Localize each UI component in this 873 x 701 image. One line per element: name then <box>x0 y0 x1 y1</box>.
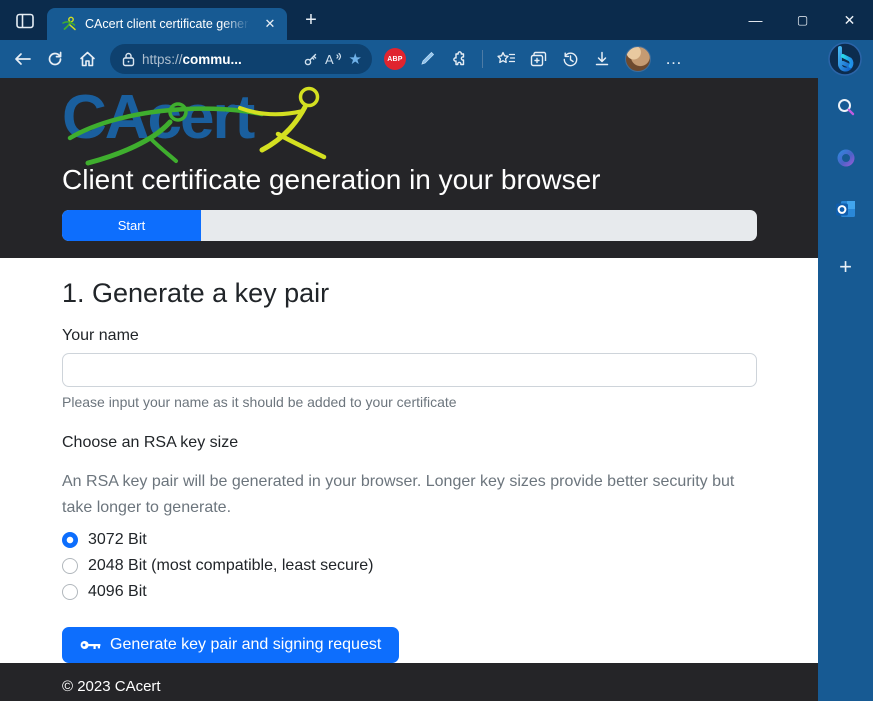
cacert-logo: CAcert <box>62 86 362 152</box>
browser-tab[interactable]: CAcert client certificate generation ✕ <box>47 8 287 40</box>
back-arrow-icon <box>14 52 32 66</box>
favorites-button[interactable] <box>491 44 521 74</box>
cacert-favicon-icon <box>61 16 77 32</box>
tab-title: CAcert client certificate generation <box>85 17 253 31</box>
key-button-icon <box>80 639 101 651</box>
page-body: 1. Generate a key pair Your name Please … <box>0 258 818 663</box>
downloads-button[interactable] <box>587 44 617 74</box>
keysize-label: Choose an RSA key size <box>62 434 757 452</box>
radio-3072-label: 3072 Bit <box>88 531 147 549</box>
back-button[interactable] <box>8 44 38 74</box>
radio-4096-input[interactable] <box>62 584 78 600</box>
read-aloud-icon[interactable]: A <box>325 52 342 66</box>
profile-avatar[interactable] <box>625 46 651 72</box>
url-host: commu... <box>183 52 242 67</box>
lock-icon <box>122 52 135 67</box>
new-tab-button[interactable]: + <box>299 9 323 33</box>
url-text: https://commu... <box>142 52 296 67</box>
maximize-button[interactable]: ▢ <box>779 0 826 40</box>
name-input[interactable] <box>62 353 757 387</box>
radio-option-3072[interactable]: 3072 Bit <box>62 527 757 553</box>
bing-discover-button[interactable] <box>828 42 862 76</box>
collections-icon <box>530 51 547 67</box>
browser-content-row: CAcert Client certificate generation in … <box>0 78 873 701</box>
cacert-logo-figures-icon <box>62 86 362 166</box>
wizard-progress-bar: Start <box>62 210 757 241</box>
radio-option-2048[interactable]: 2048 Bit (most compatible, least secure) <box>62 553 757 579</box>
radio-4096-label: 4096 Bit <box>88 583 147 601</box>
browser-toolbar: https://commu... A ★ ABP <box>0 40 873 78</box>
radio-option-4096[interactable]: 4096 Bit <box>62 579 757 605</box>
name-field-label: Your name <box>62 327 757 345</box>
minimize-button[interactable]: — <box>732 0 779 40</box>
ellipsis-icon: … <box>665 49 683 69</box>
copyright-text: © 2023 CAcert <box>62 678 161 695</box>
sidebar-outlook-button[interactable] <box>831 194 861 224</box>
radio-2048-input[interactable] <box>62 558 78 574</box>
edge-sidebar: + <box>818 78 873 701</box>
home-icon <box>79 51 96 67</box>
progress-step-start: Start <box>62 210 201 241</box>
collections-button[interactable] <box>523 44 553 74</box>
adblock-abp-icon[interactable]: ABP <box>384 48 406 70</box>
sidebar-search-button[interactable] <box>831 92 861 122</box>
more-menu-button[interactable]: … <box>659 44 689 74</box>
refresh-button[interactable] <box>40 44 70 74</box>
search-icon <box>836 97 856 117</box>
sidebar-add-button[interactable]: + <box>839 254 852 280</box>
history-button[interactable] <box>555 44 585 74</box>
tab-actions-menu-button[interactable] <box>14 10 36 32</box>
key-icon[interactable] <box>303 52 318 67</box>
close-window-button[interactable]: ✕ <box>826 0 873 40</box>
page-title: Client certificate generation in your br… <box>62 163 757 197</box>
tab-actions-icon <box>16 13 34 29</box>
favorite-star-icon[interactable]: ★ <box>349 52 362 67</box>
history-clock-icon <box>562 51 579 68</box>
title-bar: CAcert client certificate generation ✕ +… <box>0 0 873 40</box>
microsoft-365-icon <box>835 147 857 169</box>
page-header: CAcert Client certificate generation in … <box>0 78 818 258</box>
window-controls: — ▢ ✕ <box>732 0 873 40</box>
generate-keypair-button[interactable]: Generate key pair and signing request <box>62 627 399 663</box>
favorites-list-icon <box>497 51 515 67</box>
sidebar-microsoft365-button[interactable] <box>831 143 861 173</box>
download-icon <box>594 51 610 67</box>
svg-text:A: A <box>325 52 334 66</box>
refresh-icon <box>47 51 63 67</box>
section-title: 1. Generate a key pair <box>62 278 757 309</box>
editor-pen-icon[interactable] <box>412 44 442 74</box>
tab-close-icon[interactable]: ✕ <box>261 15 279 33</box>
home-button[interactable] <box>72 44 102 74</box>
generate-button-label: Generate key pair and signing request <box>110 636 381 654</box>
extensions-puzzle-icon[interactable] <box>444 44 474 74</box>
toolbar-divider <box>482 50 483 68</box>
radio-3072-input[interactable] <box>62 532 78 548</box>
address-bar[interactable]: https://commu... A ★ <box>110 44 372 74</box>
web-page: CAcert Client certificate generation in … <box>0 78 818 701</box>
keysize-description: An RSA key pair will be generated in you… <box>62 469 754 521</box>
page-footer: © 2023 CAcert <box>0 663 818 701</box>
radio-2048-label: 2048 Bit (most compatible, least secure) <box>88 557 373 575</box>
browser-window: CAcert client certificate generation ✕ +… <box>0 0 873 701</box>
outlook-icon <box>835 198 857 220</box>
name-helper-text: Please input your name as it should be a… <box>62 394 757 410</box>
url-protocol: https:// <box>142 52 183 67</box>
bing-icon <box>828 42 862 76</box>
